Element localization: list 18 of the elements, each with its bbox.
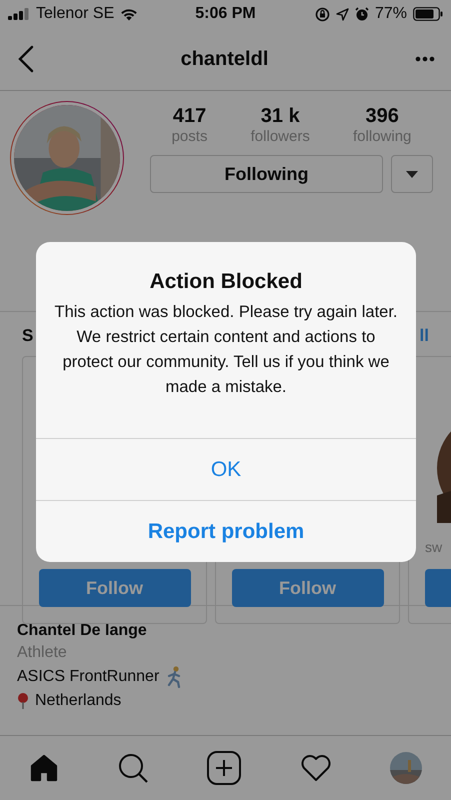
stat-count: 396 (366, 105, 399, 128)
alert-title: Action Blocked (150, 270, 302, 294)
bio-line: Netherlands (35, 692, 122, 710)
stat-label: posts (172, 128, 208, 145)
profile-name: Chantel De lange (17, 622, 148, 640)
suggestion-username: sw (425, 539, 442, 555)
stat-label: following (353, 128, 412, 145)
bio-line: ASICS FrontRunner (17, 668, 160, 686)
carrier-name: Telenor SE (36, 5, 114, 23)
alert-message: This action was blocked. Please try again later. We restrict certain content and actions to protect our community. Tell us if you think we made a mistake. (54, 302, 398, 398)
stat-label: followers (250, 128, 310, 145)
section-heading: S (22, 326, 34, 346)
battery-percent: 77% (374, 5, 407, 23)
stat-count: 417 (172, 105, 206, 128)
stat-count: 31 k (260, 105, 300, 128)
profile-category: Athlete (17, 644, 68, 662)
clock-time: 5:06 PM (195, 5, 256, 23)
username-title: chanteldl (180, 48, 268, 70)
